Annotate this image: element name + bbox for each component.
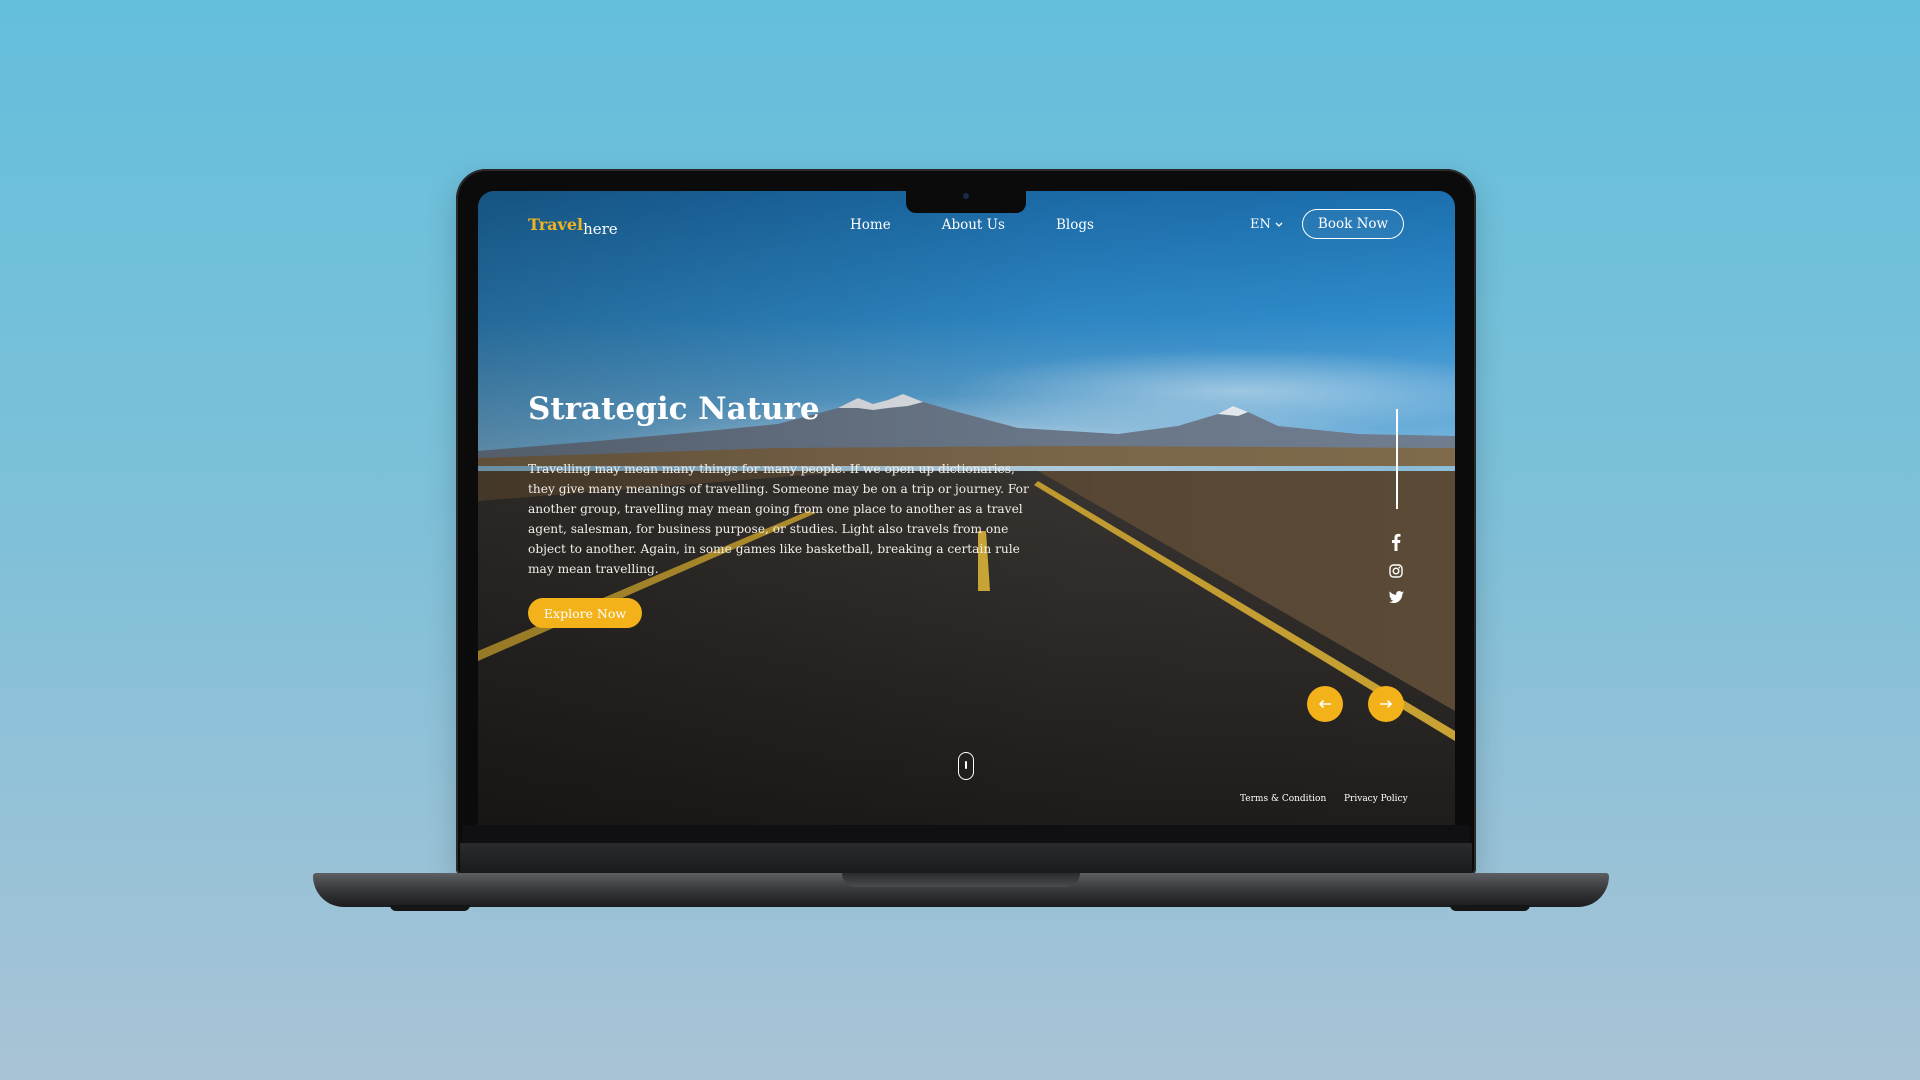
nav-item-blogs[interactable]: Blogs xyxy=(1056,217,1094,233)
laptop-foot-left xyxy=(390,905,470,911)
website-screen: Travelhere Home About Us Blogs EN Book N… xyxy=(478,191,1455,825)
privacy-link[interactable]: Privacy Policy xyxy=(1344,794,1408,804)
instagram-icon[interactable] xyxy=(1386,564,1406,578)
arrow-right-icon xyxy=(1380,699,1393,709)
language-selector[interactable]: EN xyxy=(1250,217,1283,232)
next-slide-button[interactable] xyxy=(1368,686,1404,722)
previous-slide-button[interactable] xyxy=(1307,686,1343,722)
laptop-base-notch xyxy=(842,873,1080,887)
nav-item-about-us[interactable]: About Us xyxy=(942,217,1005,233)
terms-link[interactable]: Terms & Condition xyxy=(1240,794,1326,804)
laptop-hinge xyxy=(460,843,1472,873)
hero-description: Travelling may mean many things for many… xyxy=(528,462,1029,576)
explore-now-button[interactable]: Explore Now xyxy=(528,598,642,628)
social-divider xyxy=(1396,409,1398,509)
scroll-mouse-icon[interactable] xyxy=(958,752,974,780)
brand-logo-part2: here xyxy=(583,220,618,238)
nav-item-home[interactable]: Home xyxy=(850,217,891,233)
hero-title: Strategic Nature xyxy=(528,391,820,427)
brand-logo[interactable]: Travelhere xyxy=(528,215,618,238)
twitter-icon[interactable] xyxy=(1386,591,1406,603)
language-label: EN xyxy=(1250,217,1271,232)
laptop-foot-right xyxy=(1450,905,1530,911)
camera-icon xyxy=(963,193,969,199)
chevron-down-icon xyxy=(1275,222,1283,227)
book-now-button[interactable]: Book Now xyxy=(1302,209,1404,239)
brand-logo-part1: Travel xyxy=(528,215,584,234)
arrow-left-icon xyxy=(1318,699,1331,709)
main-nav: Home About Us Blogs xyxy=(850,217,1094,233)
facebook-icon[interactable] xyxy=(1386,533,1406,551)
screen-bottom-bezel xyxy=(462,825,1470,843)
